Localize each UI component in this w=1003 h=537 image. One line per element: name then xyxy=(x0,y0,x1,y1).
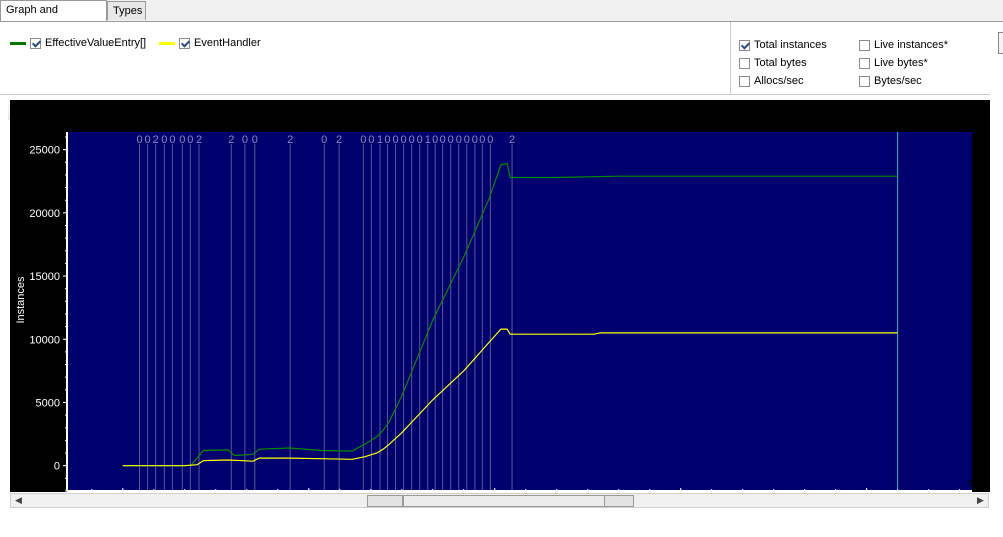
option-total-bytes[interactable]: Total bytes xyxy=(739,56,807,70)
option-checkbox[interactable] xyxy=(739,57,750,69)
event-marker-label: 0 xyxy=(252,134,258,146)
option-total-instances[interactable]: Total instances xyxy=(739,38,827,52)
event-marker-label: 0 xyxy=(242,134,248,146)
event-marker-label: 0 xyxy=(368,134,374,146)
event-marker-label: 0 xyxy=(409,134,415,146)
tab-types[interactable]: Types xyxy=(107,1,146,20)
event-marker-label: 0 xyxy=(384,134,390,146)
tab-label: Types xyxy=(113,5,143,17)
option-label: Total instances xyxy=(754,39,827,51)
option-checkbox[interactable] xyxy=(859,39,870,51)
option-checkbox[interactable] xyxy=(739,75,750,87)
event-marker-label: 2 xyxy=(336,134,342,146)
event-marker-label: 0 xyxy=(440,134,446,146)
event-marker-label: 0 xyxy=(360,134,366,146)
legend-item-event-handler: EventHandler xyxy=(159,36,261,50)
range-thumb[interactable] xyxy=(403,495,633,507)
option-live-instances[interactable]: Live instances* xyxy=(859,38,948,52)
event-marker-label: 0 xyxy=(187,134,193,146)
instances-chart[interactable]: 00200002200202001000001000000002 0306090… xyxy=(10,100,990,506)
scroll-right-arrow-icon[interactable]: ▶ xyxy=(973,494,988,507)
event-marker-label: 0 xyxy=(161,134,167,146)
range-end-handle[interactable] xyxy=(604,495,634,507)
chart-svg: 00200002200202001000001000000002 0306090… xyxy=(10,100,990,506)
option-checkbox[interactable] xyxy=(859,57,870,69)
event-marker-label: 2 xyxy=(153,134,159,146)
event-marker-label: 0 xyxy=(417,134,423,146)
event-marker-label: 1 xyxy=(377,134,383,146)
event-marker-label: 0 xyxy=(479,134,485,146)
legend-label: EffectiveValueEntry[] xyxy=(45,37,147,49)
option-bytes-per-sec[interactable]: Bytes/sec xyxy=(859,74,922,88)
event-marker-label: 0 xyxy=(145,134,151,146)
option-checkbox[interactable] xyxy=(739,39,750,51)
event-marker-label: 0 xyxy=(321,134,327,146)
legend-label: EventHandler xyxy=(194,37,261,49)
panel-edge-control[interactable] xyxy=(998,32,1003,54)
event-marker-label: 0 xyxy=(472,134,478,146)
event-marker-label: 2 xyxy=(509,134,515,146)
option-label: Bytes/sec xyxy=(874,75,922,87)
y-tick-label: 15000 xyxy=(29,271,60,283)
event-marker-label: 0 xyxy=(448,134,454,146)
horizontal-scrollbar[interactable]: ◀ ▶ xyxy=(10,493,989,508)
series-color-swatch xyxy=(159,41,175,45)
event-marker-label: 2 xyxy=(196,134,202,146)
series-legend: EffectiveValueEntry[] EventHandler xyxy=(0,22,731,94)
event-marker-label: 0 xyxy=(487,134,493,146)
y-axis-label: Instances xyxy=(15,276,27,324)
event-marker-label: 0 xyxy=(456,134,462,146)
option-live-bytes[interactable]: Live bytes* xyxy=(859,56,928,70)
event-marker-label: 0 xyxy=(169,134,175,146)
scroll-left-arrow-icon[interactable]: ◀ xyxy=(11,494,26,507)
option-checkbox[interactable] xyxy=(859,75,870,87)
y-tick-label: 5000 xyxy=(36,397,60,409)
event-marker-label: 0 xyxy=(432,134,438,146)
event-marker-label: 1 xyxy=(425,134,431,146)
series-color-swatch xyxy=(10,41,26,45)
y-tick-label: 20000 xyxy=(29,208,60,220)
tab-graph-and-statistics[interactable]: Graph and statistics xyxy=(0,0,107,35)
y-tick-label: 0 xyxy=(54,461,60,473)
event-marker-label: 0 xyxy=(136,134,142,146)
option-label: Live bytes* xyxy=(874,57,928,69)
event-marker-label: 0 xyxy=(464,134,470,146)
divider xyxy=(0,94,990,95)
series-visible-checkbox[interactable] xyxy=(179,37,190,49)
event-marker-label: 0 xyxy=(401,134,407,146)
event-marker-label: 0 xyxy=(392,134,398,146)
x-axis-unit-label: s xyxy=(967,477,973,489)
event-marker-label: 0 xyxy=(179,134,185,146)
y-tick-label: 10000 xyxy=(29,334,60,346)
option-label: Total bytes xyxy=(754,57,807,69)
event-marker-label: 2 xyxy=(228,134,234,146)
option-allocs-per-sec[interactable]: Allocs/sec xyxy=(739,74,804,88)
tab-bar: Graph and statistics Types xyxy=(0,0,1003,35)
option-label: Live instances* xyxy=(874,39,948,51)
series-visible-checkbox[interactable] xyxy=(30,37,41,49)
range-start-handle[interactable] xyxy=(367,495,403,507)
event-marker-label: 2 xyxy=(287,134,293,146)
plot-area xyxy=(67,132,972,491)
metric-options: Total instances Total bytes Allocs/sec L… xyxy=(736,36,998,94)
option-label: Allocs/sec xyxy=(754,75,804,87)
y-tick-label: 25000 xyxy=(29,145,60,157)
legend-item-effective-value-entry: EffectiveValueEntry[] xyxy=(10,36,146,50)
